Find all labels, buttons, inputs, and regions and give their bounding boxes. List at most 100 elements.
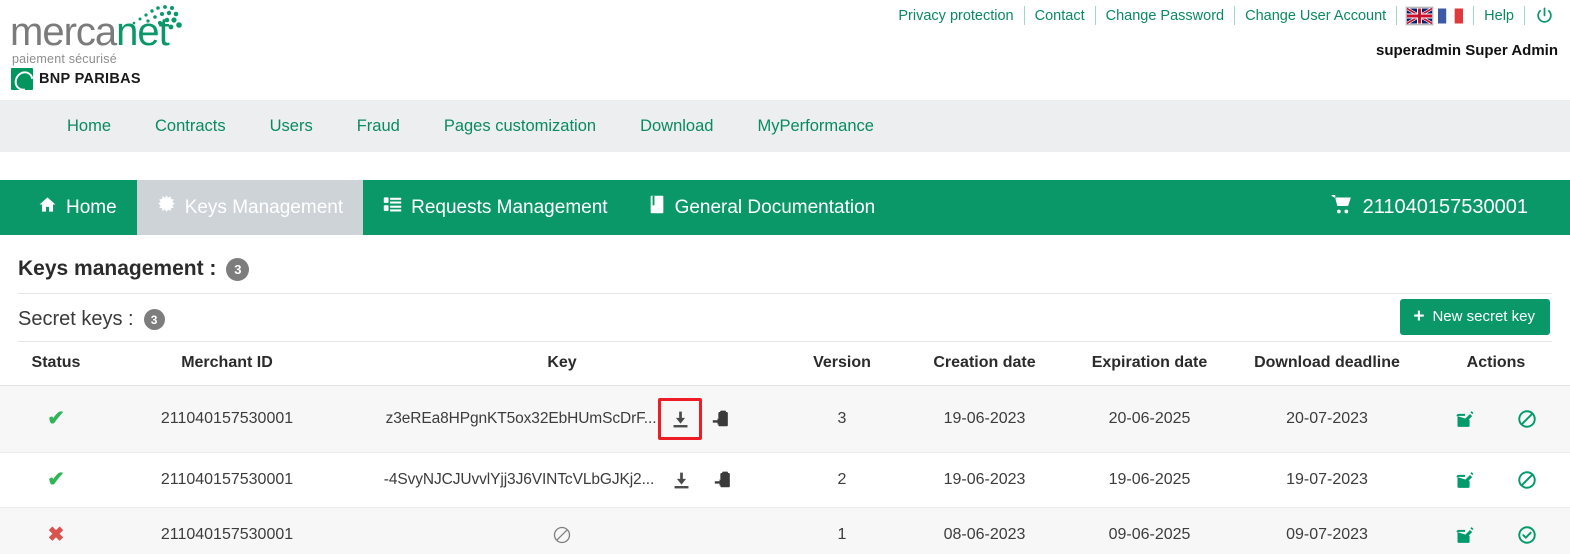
download-icon[interactable] bbox=[664, 465, 698, 495]
cell-creation-date: 19-06-2023 bbox=[902, 385, 1067, 453]
tab-keys-management-label: Keys Management bbox=[184, 196, 344, 218]
cell-version: 2 bbox=[782, 452, 902, 508]
page-root: mercanet paiement sécurisé BNP PARIBAS P… bbox=[0, 0, 1570, 554]
edit-key-icon[interactable] bbox=[1448, 404, 1482, 434]
change-user-account-link[interactable]: Change User Account bbox=[1235, 8, 1396, 24]
column-header-key: Key bbox=[342, 342, 782, 386]
download-icon[interactable] bbox=[663, 404, 697, 434]
cell-expiration-date: 20-06-2025 bbox=[1067, 385, 1232, 453]
column-header-merchant-id: Merchant ID bbox=[112, 342, 342, 386]
section-tab-bar: Home Keys Management Requests Management… bbox=[0, 180, 1570, 235]
cell-creation-date: 08-06-2023 bbox=[902, 507, 1067, 554]
nav-item-contracts[interactable]: Contracts bbox=[133, 117, 248, 136]
download-key-highlight bbox=[658, 398, 703, 440]
cell-actions bbox=[1422, 507, 1570, 554]
merchant-context-badge[interactable]: 211040157530001 bbox=[1330, 180, 1528, 235]
tab-home[interactable]: Home bbox=[18, 180, 137, 235]
nav-item-download[interactable]: Download bbox=[618, 117, 735, 136]
status-active-icon: ✔ bbox=[47, 468, 65, 491]
tab-keys-management[interactable]: Keys Management bbox=[136, 180, 364, 235]
column-header-download-deadline: Download deadline bbox=[1232, 342, 1422, 386]
cell-merchant-id: 211040157530001 bbox=[112, 385, 342, 453]
nav-item-pages-customization[interactable]: Pages customization bbox=[422, 117, 618, 136]
secret-keys-table: Status Merchant ID Key Version Creation … bbox=[0, 342, 1570, 554]
copy-to-clipboard-icon[interactable] bbox=[706, 465, 740, 495]
cell-expiration-date: 09-06-2025 bbox=[1067, 507, 1232, 554]
contact-link[interactable]: Contact bbox=[1025, 8, 1095, 24]
new-secret-key-button[interactable]: + New secret key bbox=[1400, 299, 1550, 335]
key-value: z3eREa8HPgnKT5ox32EbHUmScDrF... bbox=[385, 410, 657, 427]
home-icon bbox=[38, 195, 57, 220]
logo-accent-text: net bbox=[116, 10, 170, 54]
table-header-row: Status Merchant ID Key Version Creation … bbox=[0, 342, 1570, 386]
cell-status: ✖ bbox=[0, 507, 112, 554]
cell-creation-date: 19-06-2023 bbox=[902, 452, 1067, 508]
enable-key-icon[interactable] bbox=[1510, 520, 1544, 550]
cell-version: 3 bbox=[782, 385, 902, 453]
logo-primary-text: merca bbox=[10, 10, 117, 54]
flag-en-icon[interactable] bbox=[1406, 6, 1434, 25]
list-icon bbox=[383, 195, 402, 220]
secret-keys-count-badge: 3 bbox=[143, 309, 165, 330]
cell-merchant-id: 211040157530001 bbox=[112, 507, 342, 554]
copy-to-clipboard-icon[interactable] bbox=[704, 404, 738, 434]
main-navigation: Home Contracts Users Fraud Pages customi… bbox=[0, 100, 1570, 152]
cell-key: z3eREa8HPgnKT5ox32EbHUmScDrF... bbox=[342, 385, 782, 453]
help-link[interactable]: Help bbox=[1474, 8, 1524, 24]
tab-general-documentation[interactable]: General Documentation bbox=[628, 180, 896, 235]
secret-keys-section-header: Secret keys : 3 + New secret key bbox=[0, 294, 1570, 341]
cell-actions bbox=[1422, 452, 1570, 508]
flag-fr-icon[interactable] bbox=[1438, 8, 1464, 24]
cell-download-deadline: 20-07-2023 bbox=[1232, 385, 1422, 453]
tab-general-documentation-label: General Documentation bbox=[674, 196, 876, 218]
new-secret-key-label: New secret key bbox=[1432, 308, 1535, 325]
bnp-paribas-logo: BNP PARIBAS bbox=[11, 68, 141, 90]
cell-download-deadline: 19-07-2023 bbox=[1232, 452, 1422, 508]
power-icon[interactable] bbox=[1525, 6, 1560, 25]
main-content: Keys management : 3 Secret keys : 3 + Ne… bbox=[0, 235, 1570, 554]
current-user-label: superadmin Super Admin bbox=[1376, 42, 1558, 59]
column-header-status: Status bbox=[0, 342, 112, 386]
table-row: ✖ 211040157530001 1 08-06-2023 09-06-202… bbox=[0, 507, 1570, 554]
cell-expiration-date: 19-06-2025 bbox=[1067, 452, 1232, 508]
column-header-creation-date: Creation date bbox=[902, 342, 1067, 386]
nav-item-fraud[interactable]: Fraud bbox=[335, 117, 422, 136]
page-title-count-badge: 3 bbox=[226, 257, 250, 281]
column-header-expiration-date: Expiration date bbox=[1067, 342, 1232, 386]
logo-tagline: paiement sécurisé bbox=[12, 52, 117, 66]
edit-key-icon[interactable] bbox=[1448, 465, 1482, 495]
privacy-protection-link[interactable]: Privacy protection bbox=[894, 8, 1023, 24]
mercanet-logo[interactable]: mercanet paiement sécurisé BNP PARIBAS bbox=[6, 2, 191, 94]
tab-home-label: Home bbox=[66, 196, 117, 218]
page-title: Keys management : 3 bbox=[0, 235, 1570, 293]
disable-key-icon[interactable] bbox=[1510, 465, 1544, 495]
bnp-star-icon bbox=[11, 68, 33, 90]
cell-actions bbox=[1422, 385, 1570, 453]
bnp-paribas-text: BNP PARIBAS bbox=[39, 71, 141, 87]
cell-status: ✔ bbox=[0, 385, 112, 453]
cell-key bbox=[342, 507, 782, 554]
status-inactive-icon: ✖ bbox=[47, 523, 65, 546]
merchant-id-label: 211040157530001 bbox=[1362, 196, 1528, 218]
book-icon bbox=[648, 195, 666, 220]
top-bar: mercanet paiement sécurisé BNP PARIBAS P… bbox=[0, 0, 1570, 100]
page-title-text: Keys management : bbox=[18, 257, 217, 280]
edit-key-icon[interactable] bbox=[1448, 520, 1482, 550]
tab-requests-management[interactable]: Requests Management bbox=[363, 180, 627, 235]
language-selector bbox=[1397, 6, 1473, 25]
plus-icon: + bbox=[1413, 306, 1425, 327]
column-header-version: Version bbox=[782, 342, 902, 386]
change-password-link[interactable]: Change Password bbox=[1096, 8, 1235, 24]
cell-version: 1 bbox=[782, 507, 902, 554]
table-row: ✔ 211040157530001 -4SvyNJCJUvvlYjj3J6VIN… bbox=[0, 452, 1570, 508]
tab-requests-management-label: Requests Management bbox=[411, 196, 608, 218]
cart-icon bbox=[1330, 194, 1353, 221]
cell-merchant-id: 211040157530001 bbox=[112, 452, 342, 508]
nav-item-myperformance[interactable]: MyPerformance bbox=[735, 117, 895, 136]
key-value: -4SvyNJCJUvvlYjj3J6VINTcVLbGJKj2... bbox=[383, 471, 655, 488]
logo-wordmark: mercanet bbox=[10, 10, 170, 54]
nav-item-home[interactable]: Home bbox=[45, 117, 133, 136]
secret-keys-label: Secret keys : bbox=[18, 308, 134, 330]
disable-key-icon[interactable] bbox=[1510, 404, 1544, 434]
nav-item-users[interactable]: Users bbox=[248, 117, 335, 136]
